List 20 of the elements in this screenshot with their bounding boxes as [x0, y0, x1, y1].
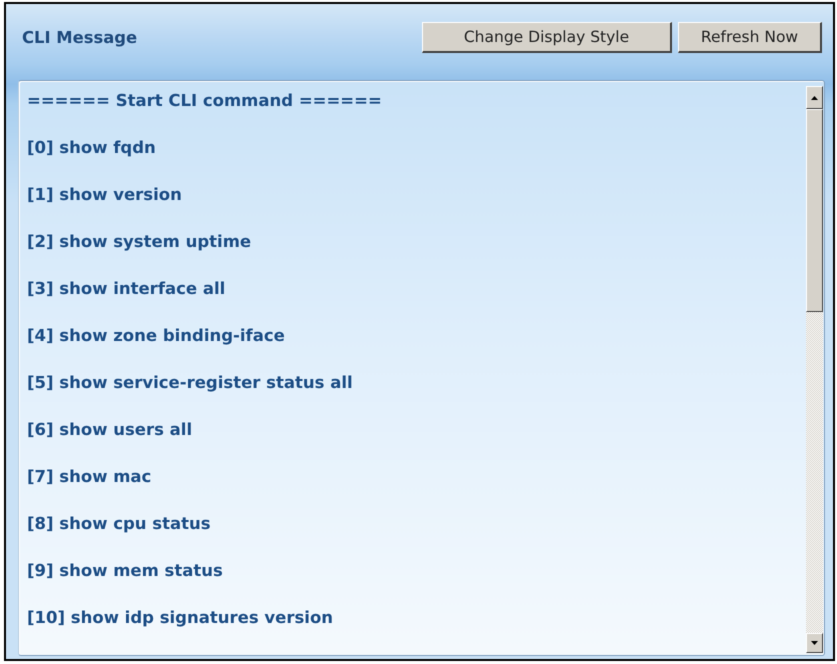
change-style-button[interactable]: Change Display Style	[422, 22, 672, 53]
output-line: [9] show mem status	[27, 561, 224, 581]
output-line: [1] show version	[27, 185, 183, 205]
scroll-down-button[interactable]	[806, 633, 823, 653]
output-line: [8] show cpu status	[27, 514, 212, 534]
panel-title: CLI Message	[22, 27, 138, 49]
refresh-button[interactable]: Refresh Now	[678, 22, 822, 53]
scroll-up-button[interactable]	[806, 86, 823, 109]
output-line: ====== Start CLI command ======	[27, 91, 383, 111]
output-line: [2] show system uptime	[27, 232, 252, 252]
triangle-up-icon	[811, 96, 818, 100]
output-line: [7] show mac	[27, 467, 152, 487]
output-line: [6] show users all	[27, 420, 194, 440]
output-line: [3] show interface all	[27, 279, 226, 299]
output-line: [4] show zone binding-iface	[27, 326, 286, 346]
scrollbar-thumb[interactable]	[806, 109, 823, 312]
output-line: [5] show service-register status all	[27, 373, 354, 393]
output-line: [0] show fqdn	[27, 138, 157, 158]
triangle-down-icon	[811, 641, 818, 645]
output-line: [10] show idp signatures version	[27, 608, 334, 628]
